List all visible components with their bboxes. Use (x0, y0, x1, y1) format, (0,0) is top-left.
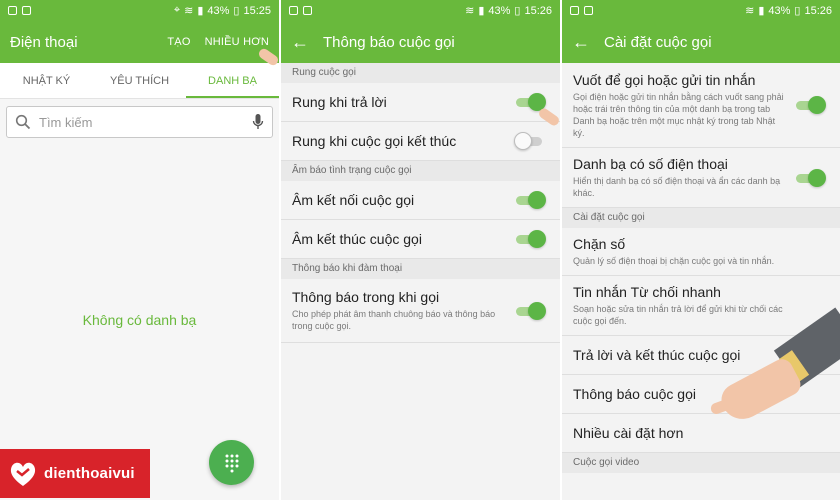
signal-icon: ▮ (197, 5, 204, 17)
brand-logo: dienthoaivui (0, 449, 150, 498)
signal-icon: ▮ (758, 5, 765, 17)
setting-title: Âm kết nối cuộc gọi (292, 192, 415, 208)
setting-title: Nhiều cài đặt hơn (573, 425, 684, 441)
setting-title: Danh bạ có số điện thoại (573, 156, 728, 172)
status-bar: ≋ ▮ 43% ▯ 15:26 (281, 0, 560, 21)
tab-bar: NHẬT KÝ YÊU THÍCH DANH BẠ (0, 63, 279, 99)
search-icon (15, 114, 31, 130)
toggle-switch[interactable] (794, 168, 826, 188)
setting-block-numbers[interactable]: Chặn số Quản lý số điện thoại bị chặn cu… (562, 228, 840, 276)
setting-connect-tone[interactable]: Âm kết nối cuộc gọi (281, 181, 560, 220)
setting-title: Vuốt để gọi hoặc gửi tin nhắn (573, 72, 756, 88)
clock: 15:25 (243, 4, 271, 17)
notification-icon (8, 6, 17, 15)
setting-more-settings[interactable]: Nhiều cài đặt hơn (562, 414, 840, 453)
back-arrow-icon[interactable]: ← (572, 33, 590, 51)
clock: 15:26 (524, 4, 552, 17)
setting-title: Thông báo trong khi gọi (292, 289, 440, 305)
section-header: Âm báo tình trạng cuộc gọi (281, 161, 560, 181)
section-header: Cài đặt cuộc gọi (562, 208, 840, 228)
status-bar: ⌖ ≋ ▮ 43% ▯ 15:25 (0, 0, 279, 21)
call-alerts-screen: ≋ ▮ 43% ▯ 15:26 ← Thông báo cuộc gọi Run… (281, 0, 560, 500)
battery-level: 43% (768, 4, 791, 17)
wifi-icon: ≋ (184, 5, 194, 17)
setting-swipe-to-call[interactable]: Vuốt để gọi hoặc gửi tin nhắn Gọi điện h… (562, 63, 840, 148)
screen-title: Thông báo cuộc gọi (323, 33, 455, 51)
setting-vibrate-on-end[interactable]: Rung khi cuộc gọi kết thúc (281, 122, 560, 161)
heart-logo-icon (10, 462, 36, 486)
battery-icon: ▯ (514, 5, 521, 17)
location-icon: ⌖ (173, 4, 181, 16)
setting-title: Rung khi cuộc gọi kết thúc (292, 133, 457, 149)
search-input[interactable]: Tìm kiếm (39, 115, 252, 130)
setting-subtitle: Quản lý số điện thoại bị chặn cuộc gọi v… (573, 256, 775, 266)
setting-quick-decline[interactable]: Tin nhắn Từ chối nhanh Soạn hoặc sửa tin… (562, 276, 840, 336)
toggle-switch[interactable] (514, 229, 546, 249)
toggle-switch[interactable] (514, 190, 546, 210)
notification-icon (289, 6, 298, 15)
phone-contacts-screen: ⌖ ≋ ▮ 43% ▯ 15:25 Điện thoại TẠO NHIỀU H… (0, 0, 279, 500)
microphone-icon[interactable] (252, 113, 264, 131)
call-settings-screen: ≋ ▮ 43% ▯ 15:26 ← Cài đặt cuộc gọi Vuốt … (562, 0, 840, 500)
setting-title: Âm kết thúc cuộc gọi (292, 231, 422, 247)
tab-favorites[interactable]: YÊU THÍCH (93, 63, 186, 98)
setting-title: Chặn số (573, 236, 626, 252)
tab-contacts[interactable]: DANH BẠ (186, 63, 279, 98)
setting-vibrate-on-answer[interactable]: Rung khi trả lời (281, 83, 560, 122)
toggle-switch[interactable] (514, 301, 546, 321)
status-bar: ≋ ▮ 43% ▯ 15:26 (562, 0, 840, 21)
setting-title: Trả lời và kết thúc cuộc gọi (573, 347, 741, 363)
section-header: Cuộc gọi video (562, 453, 840, 473)
clock: 15:26 (804, 4, 832, 17)
toggle-switch[interactable] (794, 95, 826, 115)
empty-contacts-message: Không có danh bạ (82, 312, 197, 328)
notification-icon (22, 6, 31, 15)
brand-logo-text: dienthoaivui (44, 465, 135, 482)
setting-contacts-with-numbers[interactable]: Danh bạ có số điện thoại Hiển thị danh b… (562, 148, 840, 208)
tab-log[interactable]: NHẬT KÝ (0, 63, 93, 98)
app-title: Điện thoại (10, 33, 78, 51)
setting-subtitle: Cho phép phát âm thanh chuông báo và thô… (292, 309, 496, 331)
dialpad-icon (225, 454, 238, 472)
setting-end-tone[interactable]: Âm kết thúc cuộc gọi (281, 220, 560, 259)
app-bar: ← Cài đặt cuộc gọi (562, 21, 840, 63)
wifi-icon: ≋ (465, 5, 475, 17)
signal-icon: ▮ (478, 5, 485, 17)
notification-icon (303, 6, 312, 15)
setting-in-call-alerts[interactable]: Thông báo trong khi gọi Cho phép phát âm… (281, 279, 560, 343)
section-header: Rung cuộc gọi (281, 63, 560, 83)
setting-subtitle: Gọi điện hoặc gửi tin nhắn bằng cách vuố… (573, 92, 784, 138)
dialpad-button[interactable] (209, 440, 254, 485)
search-box[interactable]: Tìm kiếm (6, 106, 273, 138)
notification-icon (584, 6, 593, 15)
wifi-icon: ≋ (745, 5, 755, 17)
back-arrow-icon[interactable]: ← (291, 33, 309, 51)
setting-title: Rung khi trả lời (292, 94, 387, 110)
setting-subtitle: Soạn hoặc sửa tin nhắn trả lời để gửi kh… (573, 304, 783, 326)
section-header: Thông báo khi đàm thoại (281, 259, 560, 279)
battery-icon: ▯ (794, 5, 801, 17)
setting-title: Thông báo cuộc gọi (573, 386, 696, 402)
setting-subtitle: Hiển thị danh bạ có số điện thoại và ẩn … (573, 176, 781, 198)
notification-icon (570, 6, 579, 15)
toggle-switch[interactable] (514, 131, 546, 151)
battery-icon: ▯ (233, 5, 240, 17)
screen-title: Cài đặt cuộc gọi (604, 33, 712, 51)
setting-title: Tin nhắn Từ chối nhanh (573, 284, 721, 300)
more-button[interactable]: NHIỀU HƠN (205, 36, 269, 48)
app-bar: ← Thông báo cuộc gọi (281, 21, 560, 63)
create-button[interactable]: TẠO (167, 36, 190, 48)
battery-level: 43% (488, 4, 511, 17)
battery-level: 43% (207, 4, 230, 17)
app-bar: Điện thoại TẠO NHIỀU HƠN (0, 21, 279, 63)
